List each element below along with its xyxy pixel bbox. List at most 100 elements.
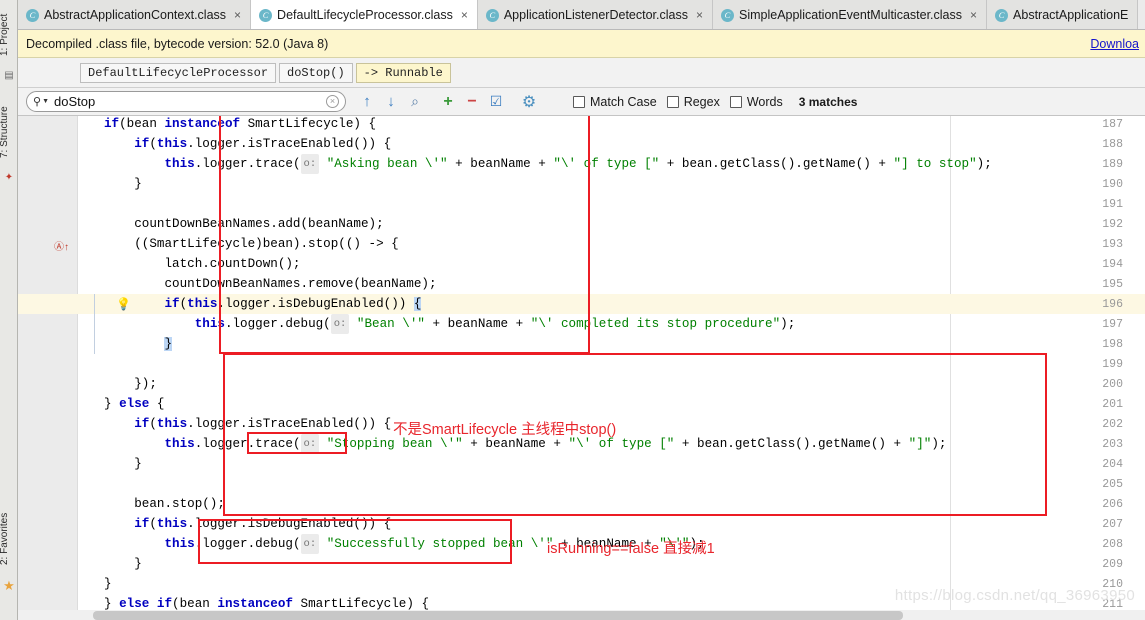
tab-label: AbstractApplicationContext.class xyxy=(44,8,227,22)
line-number[interactable]: 190 xyxy=(1089,178,1123,191)
line-number[interactable]: 209 xyxy=(1089,558,1123,571)
line-number[interactable]: 205 xyxy=(1089,478,1123,491)
line-number[interactable]: 187 xyxy=(1089,118,1123,131)
class-icon: C xyxy=(26,8,39,22)
match-case-option[interactable]: Match Case xyxy=(573,95,657,109)
code-folding-strip[interactable] xyxy=(79,116,93,620)
decompiled-notification-bar: Decompiled .class file, bytecode version… xyxy=(18,30,1145,58)
sidebar-tab-structure[interactable]: 7: Structure xyxy=(0,96,17,168)
class-icon: C xyxy=(995,8,1009,22)
find-prev-icon[interactable]: ↑ xyxy=(355,90,379,114)
line-number[interactable]: 189 xyxy=(1089,158,1123,171)
notification-message: Decompiled .class file, bytecode version… xyxy=(26,36,329,51)
line-number[interactable]: 207 xyxy=(1089,518,1123,531)
line-number[interactable]: 192 xyxy=(1089,218,1123,231)
search-input-value[interactable]: doStop xyxy=(54,94,326,109)
breadcrumb-class[interactable]: DefaultLifecycleProcessor xyxy=(80,62,277,83)
find-all-icon[interactable]: ⌕ xyxy=(403,90,427,114)
line-number[interactable]: 206 xyxy=(1089,498,1123,511)
lambda-marker-icon[interactable]: Ⓐ↑ xyxy=(54,238,69,253)
words-label: Words xyxy=(746,94,783,109)
regex-option[interactable]: Regex xyxy=(666,94,720,109)
words-option[interactable]: Words xyxy=(729,94,783,109)
code-line[interactable]: } xyxy=(104,174,142,194)
breadcrumb: DefaultLifecycleProcessor doStop() -> Ru… xyxy=(18,58,1145,88)
words-checkbox[interactable] xyxy=(729,95,742,108)
class-icon: C xyxy=(720,8,734,22)
code-line[interactable]: } xyxy=(104,554,142,574)
clear-search-icon[interactable]: × xyxy=(326,95,339,108)
code-line[interactable]: } else { xyxy=(104,394,164,414)
tab-label: AbstractApplicationE xyxy=(1013,8,1129,22)
find-toolbar: ⚲ ▼ doStop × ↑ ↓ ⌕ + − ☑ ⚙ Match Case Re… xyxy=(18,88,1145,116)
search-icon: ⚲ xyxy=(33,96,42,108)
line-number[interactable]: 200 xyxy=(1089,378,1123,391)
search-input[interactable]: ⚲ ▼ doStop × xyxy=(26,91,346,112)
code-line[interactable]: } xyxy=(104,334,173,354)
line-number[interactable]: 201 xyxy=(1089,398,1123,411)
line-number-gutter[interactable] xyxy=(18,116,78,620)
close-icon[interactable]: × xyxy=(696,8,703,22)
star-icon[interactable]: ★ xyxy=(3,579,15,592)
line-number[interactable]: 194 xyxy=(1089,258,1123,271)
line-number[interactable]: 208 xyxy=(1089,538,1123,551)
horizontal-scrollbar-track[interactable] xyxy=(18,610,1145,620)
regex-label: Regex xyxy=(683,94,720,109)
select-all-occurrences-icon[interactable]: ☑ xyxy=(484,90,508,114)
close-icon[interactable]: × xyxy=(234,8,241,22)
line-number[interactable]: 202 xyxy=(1089,418,1123,431)
editor-tab-applicationlistenerdetector[interactable]: C ApplicationListenerDetector.class × xyxy=(477,0,713,29)
close-icon[interactable]: × xyxy=(970,8,977,22)
bean-icon[interactable]: ✦ xyxy=(3,172,15,184)
line-number[interactable]: 196 xyxy=(1089,298,1123,311)
find-settings-icon[interactable]: ⚙ xyxy=(517,90,541,114)
box-smartlifecycle-branch xyxy=(219,116,590,354)
line-number[interactable]: 188 xyxy=(1089,138,1123,151)
note-not-smartlifecycle: 不是SmartLifecycle 主线程中stop() xyxy=(393,422,617,438)
editor-tab-bar: C AbstractApplicationContext.class × C D… xyxy=(18,0,1145,30)
tab-label: DefaultLifecycleProcessor.class xyxy=(277,8,453,22)
module-icon[interactable]: ▤ xyxy=(3,70,15,82)
close-icon[interactable]: × xyxy=(461,8,468,22)
code-line[interactable]: }); xyxy=(104,374,157,394)
editor-tab-defaultlifecycleprocessor[interactable]: C DefaultLifecycleProcessor.class × xyxy=(251,0,478,29)
find-next-icon[interactable]: ↓ xyxy=(379,90,403,114)
code-line[interactable]: bean.stop(); xyxy=(104,494,225,514)
match-case-label: Match Case xyxy=(590,94,657,109)
horizontal-scrollbar-thumb[interactable] xyxy=(93,611,903,620)
remove-selection-icon[interactable]: − xyxy=(460,90,484,114)
class-icon: C xyxy=(259,8,273,22)
match-count-label: 3 matches xyxy=(798,94,858,109)
line-number[interactable]: 198 xyxy=(1089,338,1123,351)
editor-tab-abstractapplicatione[interactable]: C AbstractApplicationE xyxy=(987,0,1139,29)
tab-label: ApplicationListenerDetector.class xyxy=(503,8,688,22)
indent-guide xyxy=(94,294,95,354)
regex-checkbox[interactable] xyxy=(666,95,679,108)
editor-tab-simpleapplicationeventmulticaster[interactable]: C SimpleApplicationEventMulticaster.clas… xyxy=(712,0,988,29)
line-number[interactable]: 193 xyxy=(1089,238,1123,251)
match-case-checkbox[interactable] xyxy=(573,95,585,108)
line-number[interactable]: 197 xyxy=(1089,318,1123,331)
intention-bulb-icon[interactable]: 💡 xyxy=(116,297,131,311)
left-tool-strip: 1: Project ▤ 7: Structure ✦ 2: Favorites… xyxy=(0,0,18,620)
sidebar-tab-project[interactable]: 1: Project xyxy=(0,4,17,66)
code-editor[interactable]: 187 if(bean instanceof SmartLifecycle) {1… xyxy=(18,116,1145,620)
sidebar-tab-favorites[interactable]: 2: Favorites xyxy=(0,500,17,578)
line-number[interactable]: 204 xyxy=(1089,458,1123,471)
line-number[interactable]: 203 xyxy=(1089,438,1123,451)
code-line[interactable]: } xyxy=(104,574,112,594)
note-isrunning-false: isRunning==false 直接减1 xyxy=(547,541,715,557)
watermark: https://blog.csdn.net/qq_36963950 xyxy=(894,587,1135,604)
editor-tab-abstractapplicationcontext[interactable]: C AbstractApplicationContext.class × xyxy=(18,0,252,29)
breadcrumb-lambda[interactable]: -> Runnable xyxy=(355,62,451,83)
box-bean-stop xyxy=(247,432,347,454)
chevron-down-icon[interactable]: ▼ xyxy=(42,98,49,105)
download-sources-link[interactable]: Downloa xyxy=(1090,37,1139,51)
line-number[interactable]: 199 xyxy=(1089,358,1123,371)
line-number[interactable]: 191 xyxy=(1089,198,1123,211)
box-elseif-branch xyxy=(198,519,512,564)
breadcrumb-method[interactable]: doStop() xyxy=(279,62,353,83)
add-selection-icon[interactable]: + xyxy=(436,90,460,114)
code-line[interactable]: } xyxy=(104,454,142,474)
line-number[interactable]: 195 xyxy=(1089,278,1123,291)
